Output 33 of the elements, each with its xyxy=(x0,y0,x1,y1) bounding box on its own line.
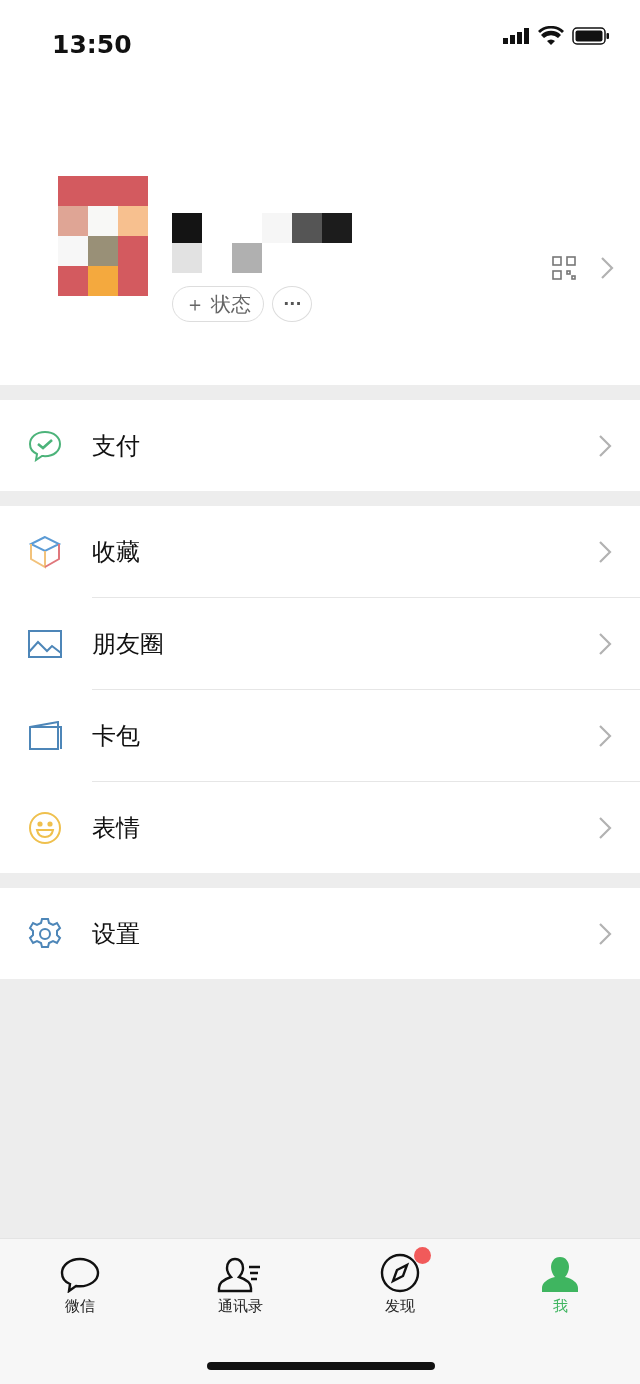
menu-item[interactable]: 支付 xyxy=(0,400,640,491)
signal-icon xyxy=(503,27,530,44)
tab[interactable]: 微信 xyxy=(0,1239,160,1319)
chevron-right-icon xyxy=(598,815,612,840)
cube-icon xyxy=(28,534,62,569)
tab[interactable]: 通讯录 xyxy=(160,1239,320,1319)
wifi-icon xyxy=(538,26,564,45)
card-wallet-icon xyxy=(28,720,62,751)
menu-item[interactable]: 卡包 xyxy=(0,690,640,781)
wallet-check-icon xyxy=(28,429,62,462)
landscape-icon xyxy=(28,629,62,658)
tab[interactable]: 发现 xyxy=(320,1239,480,1319)
smiley-icon xyxy=(28,810,62,845)
chat-bubble-icon xyxy=(60,1257,100,1293)
chevron-right-icon xyxy=(598,723,612,748)
person-list-icon xyxy=(217,1257,263,1293)
menu-item[interactable]: 表情 xyxy=(0,782,640,873)
settings-icon xyxy=(28,916,62,951)
person-icon xyxy=(540,1255,580,1293)
more-button[interactable]: ··· xyxy=(272,286,313,322)
status-time: 13:50 xyxy=(52,29,132,61)
qr-code-icon xyxy=(552,256,576,280)
chevron-right-icon[interactable] xyxy=(600,256,614,280)
chevron-right-icon xyxy=(598,539,612,564)
menu-item[interactable]: 收藏 xyxy=(0,506,640,597)
status-button[interactable]: ＋ 状态 xyxy=(172,286,265,322)
chevron-right-icon xyxy=(598,631,612,656)
menu-item[interactable]: 朋友圈 xyxy=(0,598,640,689)
chevron-right-icon xyxy=(598,433,612,458)
compass-icon xyxy=(380,1253,420,1293)
menu-item[interactable]: 设置 xyxy=(0,888,640,979)
battery-icon xyxy=(572,26,610,45)
chevron-right-icon xyxy=(598,921,612,946)
